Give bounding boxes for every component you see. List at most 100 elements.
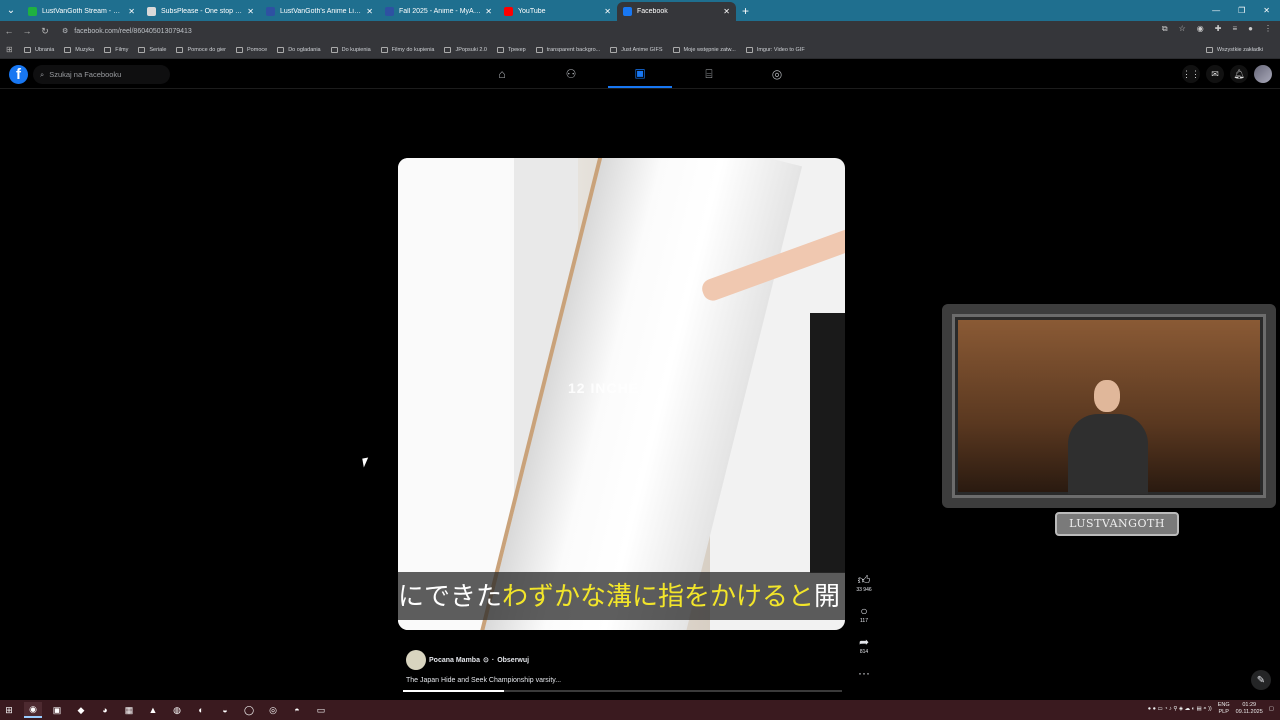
minimize-icon[interactable]: — [1212, 6, 1220, 15]
media-icon[interactable]: ≡ [1232, 24, 1237, 34]
app-icon-6[interactable]: ◎ [264, 702, 282, 718]
bookmark-item[interactable]: transparent backgro... [535, 46, 600, 53]
messenger-icon[interactable]: ✉ [1206, 65, 1224, 83]
bookmark-item[interactable]: Do kupienia [330, 46, 371, 53]
tab-title: SubsPlease - One stop shop fo... [161, 8, 243, 15]
follow-link[interactable]: Obserwuj [497, 657, 529, 664]
vlc-icon[interactable]: ▲ [144, 702, 162, 718]
browser-tab[interactable]: SubsPlease - One stop shop fo... ✕ [141, 2, 260, 21]
browser-tab[interactable]: YouTube ✕ [498, 2, 617, 21]
app-icon-5[interactable]: ◐ [192, 702, 210, 718]
search-placeholder: Szukaj na Facebooku [49, 70, 122, 79]
more-options-button[interactable]: ··· [853, 666, 875, 680]
app-icon-2[interactable]: ◆ [72, 702, 90, 718]
share-button[interactable]: ➦ 814 [853, 635, 875, 655]
browser-tab[interactable]: Fall 2025 - Anime - MyAnimeLi... ✕ [379, 2, 498, 21]
facebook-logo[interactable]: f [9, 65, 28, 84]
like-count: 33 946 [856, 587, 872, 593]
bookmark-label: Трекер [507, 46, 526, 53]
reels-icon[interactable]: ▣ [608, 60, 672, 88]
bookmark-label: JPopsuki 2.0 [455, 46, 487, 53]
tab-close-icon[interactable]: ✕ [247, 7, 254, 16]
tab-search-icon[interactable]: ⌄ [0, 0, 22, 21]
steam-icon[interactable]: ◒ [216, 702, 234, 718]
browser-tab[interactable]: Facebook ✕ [617, 2, 736, 21]
bookmark-label: Moje wstępnie zatw... [683, 46, 736, 53]
tab-close-icon[interactable]: ✕ [485, 7, 492, 16]
notifications-icon[interactable]: 🔔︎ [1230, 65, 1248, 83]
file-explorer-icon[interactable]: ▭ [312, 702, 330, 718]
app-icon-3[interactable]: ▦ [120, 702, 138, 718]
facebook-header: f ⌕ Szukaj na Facebooku ⌂ ⚇ ▣ ⌸ ◎ ⋮⋮ ✉ 🔔… [0, 60, 1280, 89]
bookmarks-bar: ⊞ Ubrania Muzyka Filmy Seriale Pomoce do gie… [0, 41, 1280, 59]
tab-close-icon[interactable]: ✕ [366, 7, 373, 16]
bookmark-item[interactable]: Ubrania [24, 46, 54, 53]
clock[interactable]: 01:29 09.11.2025 [1236, 702, 1263, 716]
app-icon-1[interactable]: ▣ [48, 702, 66, 718]
bookmark-item[interactable]: Do ogladania [277, 46, 321, 53]
menu-icon[interactable]: ⋮ [1264, 24, 1272, 34]
close-window-icon[interactable]: ✕ [1263, 6, 1270, 15]
bookmark-item[interactable]: Filmy do kupienia [380, 46, 434, 53]
comment-button[interactable]: ○ 117 [853, 604, 875, 624]
bookmark-item[interactable]: Just Anime GIFS [610, 46, 663, 53]
extension-icon[interactable]: ◉ [1197, 24, 1204, 34]
bookmark-item[interactable]: JPopsuki 2.0 [444, 46, 487, 53]
url-field[interactable]: ⚙ facebook.com/reel/860405013079413 [62, 27, 192, 36]
bookmark-label: Pomoce do gier [187, 46, 227, 53]
discord-icon[interactable]: ◕ [96, 702, 114, 718]
bookmark-item[interactable]: Трекер [496, 46, 526, 53]
folder-icon [104, 46, 112, 53]
app-icon-4[interactable]: ◍ [168, 702, 186, 718]
chrome-icon[interactable]: ◉ [24, 702, 42, 718]
bookmark-item[interactable]: Muzyka [64, 46, 94, 53]
bookmark-item[interactable]: Imgur: Video to GIF [745, 46, 805, 53]
apps-icon[interactable]: ⊞ [6, 45, 16, 54]
author-avatar[interactable] [406, 650, 426, 670]
browser-tab[interactable]: LustVanGoth Stream - Watch Li... ✕ [22, 2, 141, 21]
install-icon[interactable]: ⧉ [1162, 24, 1168, 34]
language-indicator[interactable]: ENG PLP [1218, 702, 1230, 716]
site-info-icon[interactable]: ⚙ [62, 27, 68, 35]
account-avatar[interactable] [1254, 65, 1272, 83]
folder-icon [236, 46, 244, 53]
all-bookmarks[interactable]: Wszystkie zakładki [1205, 46, 1263, 53]
groups-icon[interactable]: ◎ [745, 60, 809, 88]
like-button[interactable]: 👍︎ 33 946 [853, 573, 875, 593]
bookmark-item[interactable]: Pomoce [236, 46, 267, 53]
menu-grid-icon[interactable]: ⋮⋮ [1182, 65, 1200, 83]
tab-close-icon[interactable]: ✕ [128, 7, 135, 16]
video-progress-bar[interactable] [403, 690, 842, 692]
reel-caption[interactable]: The Japan Hide and Seek Championship var… [406, 677, 561, 684]
bookmark-label: Do ogladania [288, 46, 321, 53]
extensions-puzzle-icon[interactable]: ✚ [1215, 24, 1222, 34]
bookmark-item[interactable]: Moje wstępnie zatw... [672, 46, 736, 53]
tab-close-icon[interactable]: ✕ [723, 7, 730, 16]
back-icon[interactable]: ← [0, 26, 18, 36]
maximize-icon[interactable]: ❐ [1238, 6, 1245, 15]
verified-icon: ⊙ [482, 657, 489, 664]
profile-icon[interactable]: ● [1248, 24, 1253, 34]
obs-icon[interactable]: ◯ [240, 702, 258, 718]
forward-icon[interactable]: → [18, 26, 36, 36]
friends-icon[interactable]: ⚇ [539, 60, 603, 88]
app-icon-7[interactable]: ◓ [288, 702, 306, 718]
bookmark-star-icon[interactable]: ☆ [1179, 24, 1186, 34]
marketplace-icon[interactable]: ⌸ [677, 60, 741, 88]
browser-tab[interactable]: LustVanGoth's Anime List - My... ✕ [260, 2, 379, 21]
bookmark-item[interactable]: Seriale [138, 46, 166, 53]
home-icon[interactable]: ⌂ [470, 60, 534, 88]
reel-video[interactable]: 12 INCHE にできたわずかな溝に指をかけると開 [398, 158, 845, 630]
search-input[interactable]: ⌕ Szukaj na Facebooku [33, 65, 170, 84]
reload-icon[interactable]: ↻ [36, 26, 54, 37]
notification-icon[interactable]: ▢ [1269, 706, 1274, 712]
comment-icon: ○ [860, 604, 868, 618]
new-message-button[interactable]: ✎ [1251, 670, 1271, 690]
new-tab-button[interactable]: + [742, 4, 749, 18]
tray-icons[interactable]: ● ● ▭ ◔ ♪ ⚲ ◈ ☁ ◐ ▤ ◓ )) [1148, 706, 1212, 712]
author-name[interactable]: Pocana Mamba [429, 657, 480, 664]
bookmark-item[interactable]: Filmy [104, 46, 128, 53]
start-icon[interactable]: ⊞ [0, 702, 18, 718]
bookmark-item[interactable]: Pomoce do gier [176, 46, 227, 53]
tab-close-icon[interactable]: ✕ [604, 7, 611, 16]
